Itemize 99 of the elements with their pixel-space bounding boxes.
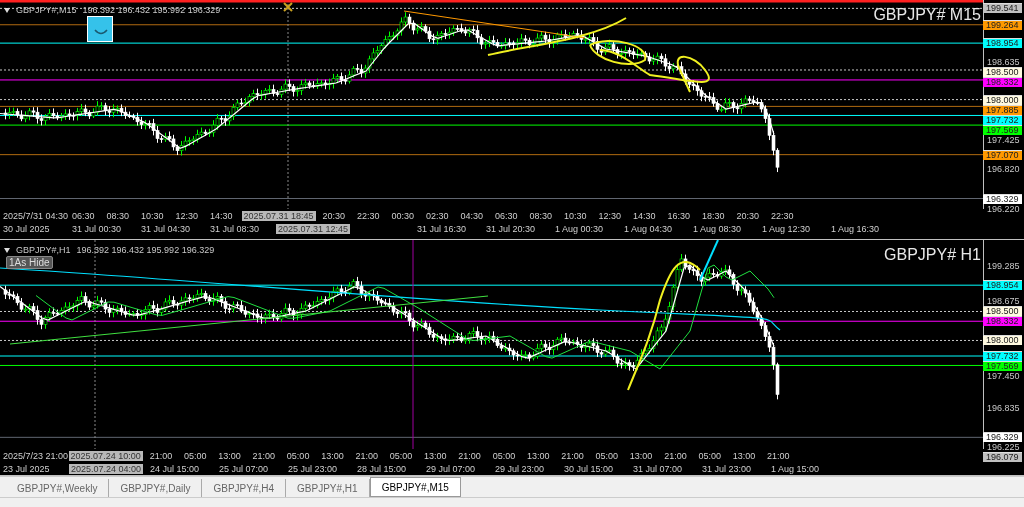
ohlc-values: 196.392 196.432 195.992 196.329 <box>82 5 221 15</box>
time-axis-label: 21:00 <box>560 450 584 461</box>
time-axis-label: 13:00 <box>423 450 447 461</box>
time-axis-label: 13:00 <box>217 450 241 461</box>
time-axis-label: 25 Jul 23:00 <box>287 463 338 474</box>
price-level-label: 198.332 <box>983 77 1022 87</box>
time-axis-label: 30 Jul 15:00 <box>563 463 614 474</box>
time-axis-label: 10:30 <box>140 210 164 221</box>
time-axis-label: 05:00 <box>594 450 619 461</box>
time-axis-label: 05:00 <box>697 450 721 461</box>
time-axis-label: 05:00 <box>182 450 207 461</box>
price-level-label: 196.329 <box>983 432 1022 443</box>
price-tick-label: 196.835 <box>987 403 1020 413</box>
price-level-label: 198.954 <box>983 38 1022 49</box>
price-level-label: 198.332 <box>983 316 1022 327</box>
time-axis-label: 20:30 <box>735 210 760 221</box>
price-level-label: 198.000 <box>983 94 1022 105</box>
time-axis-label: 20:30 <box>321 210 346 221</box>
price-tick-label: 199.285 <box>987 261 1020 271</box>
time-axis-label: 31 Jul 08:30 <box>209 223 260 234</box>
price-level-label: 197.732 <box>983 114 1022 125</box>
time-axis-label: 05:00 <box>388 450 413 461</box>
time-axis-label: 29 Jul 23:00 <box>494 463 545 474</box>
price-tick-label: 198.635 <box>987 57 1020 67</box>
price-level-label: 197.569 <box>983 124 1022 135</box>
time-axis-label: 13:00 <box>320 450 344 461</box>
time-axis-label: 13:00 <box>525 450 550 461</box>
time-axis-label: 1 Aug 04:30 <box>623 223 673 234</box>
time-axis-label: 06:30 <box>494 210 518 221</box>
time-axis-label: 05:00 <box>491 450 516 461</box>
time-axis-label: 30 Jul 2025 <box>2 223 50 234</box>
time-axis-label: 16:30 <box>666 210 691 221</box>
price-level-label: 197.885 <box>983 104 1022 115</box>
price-level-label: 199.264 <box>983 19 1022 30</box>
symbol-label: GBPJPY#,H1 <box>16 245 71 255</box>
time-axis-label: 08:30 <box>528 210 553 221</box>
chart-tab[interactable]: GBPJPY#,M15 <box>369 477 461 497</box>
price-level-label: 196.079 <box>983 452 1022 463</box>
time-axis-label: 2025.07.31 12:45 <box>276 223 351 234</box>
time-axis-label: 00:30 <box>390 210 415 221</box>
time-axis-label: 13:00 <box>731 450 756 461</box>
time-axis-label: 31 Jul 00:30 <box>71 223 122 234</box>
price-level-label: 197.070 <box>983 149 1022 160</box>
time-axis-label: 22:30 <box>770 210 794 221</box>
chart-title: GBPJPY# H1 <box>884 246 981 264</box>
time-axis-label: 21:00 <box>148 450 173 461</box>
time-axis-label: 04:30 <box>459 210 484 221</box>
time-axis-label: 24 Jul 15:00 <box>149 463 200 474</box>
time-axis-label: 21:00 <box>354 450 378 461</box>
time-axis-label: 2025.07.24 10:00 <box>68 450 143 461</box>
time-axis-label: 1 Aug 16:30 <box>830 223 880 234</box>
time-axis-label: 06:30 <box>71 210 95 221</box>
price-tick-label: 196.820 <box>987 164 1020 175</box>
time-axis-label: 31 Jul 04:30 <box>140 223 191 234</box>
time-axis-label: 22:30 <box>356 210 380 221</box>
price-tick-label: 197.450 <box>987 371 1020 381</box>
price-tick-label: 196.220 <box>987 203 1020 214</box>
time-axis-label: 2025/7/31 04:30 <box>2 210 69 221</box>
hide-button[interactable]: 1As Hide <box>6 256 53 269</box>
time-axis-label: 12:30 <box>174 210 199 221</box>
time-axis-label: 2025/7/23 21:00 <box>2 450 69 461</box>
time-axis-label: 14:30 <box>209 210 233 221</box>
symbol-label: GBPJPY#,M15 <box>16 5 77 15</box>
time-axis-label: 23 Jul 2025 <box>2 463 50 474</box>
chart-title: GBPJPY# M15 <box>873 6 981 24</box>
time-axis-label: 21:00 <box>766 450 790 461</box>
time-axis-label: 1 Aug 12:30 <box>761 223 811 234</box>
time-axis-label: 25 Jul 07:00 <box>218 463 269 474</box>
time-axis-label: 08:30 <box>105 210 130 221</box>
price-tick-label: 198.675 <box>987 296 1020 307</box>
time-axis-label: 02:30 <box>425 210 449 221</box>
time-axis-label: 21:00 <box>251 450 276 461</box>
ohlc-values: 196.392 196.432 195.992 196.329 <box>76 245 215 255</box>
price-level-label: 196.329 <box>983 193 1022 204</box>
time-axis-label: 10:30 <box>563 210 587 221</box>
price-level-label: 197.569 <box>983 361 1022 371</box>
time-axis-label: 31 Jul 20:30 <box>485 223 536 234</box>
time-axis-label: 21:00 <box>457 450 481 461</box>
time-axis-label: 1 Aug 00:30 <box>554 223 604 234</box>
price-level-label: 198.000 <box>983 335 1022 346</box>
price-level-label: 199.541 <box>983 3 1022 14</box>
time-axis-label: 1 Aug 15:00 <box>770 463 820 474</box>
time-axis-label: 13:00 <box>628 450 653 461</box>
price-level-label: 198.954 <box>983 280 1022 291</box>
time-axis-label: 2025.07.24 04:00 <box>69 463 144 474</box>
time-axis-label: 31 Jul 16:30 <box>416 223 467 234</box>
price-tick-label: 196.225 <box>987 442 1020 453</box>
time-axis-label: 29 Jul 07:00 <box>425 463 476 474</box>
time-axis-label: 12:30 <box>597 210 622 221</box>
price-tick-label: 197.425 <box>987 134 1020 145</box>
time-axis-label: 21:00 <box>663 450 687 461</box>
time-axis-label: 05:00 <box>285 450 310 461</box>
time-axis-label: 14:30 <box>632 210 656 221</box>
time-axis-label: 18:30 <box>701 210 725 221</box>
time-axis-label: 1 Aug 08:30 <box>692 223 742 234</box>
time-axis-label: 28 Jul 15:00 <box>356 463 407 474</box>
time-axis-label: 2025.07.31 18:45 <box>241 210 316 221</box>
time-axis-label: 31 Jul 23:00 <box>701 463 752 474</box>
time-axis-label: 31 Jul 07:00 <box>632 463 683 474</box>
